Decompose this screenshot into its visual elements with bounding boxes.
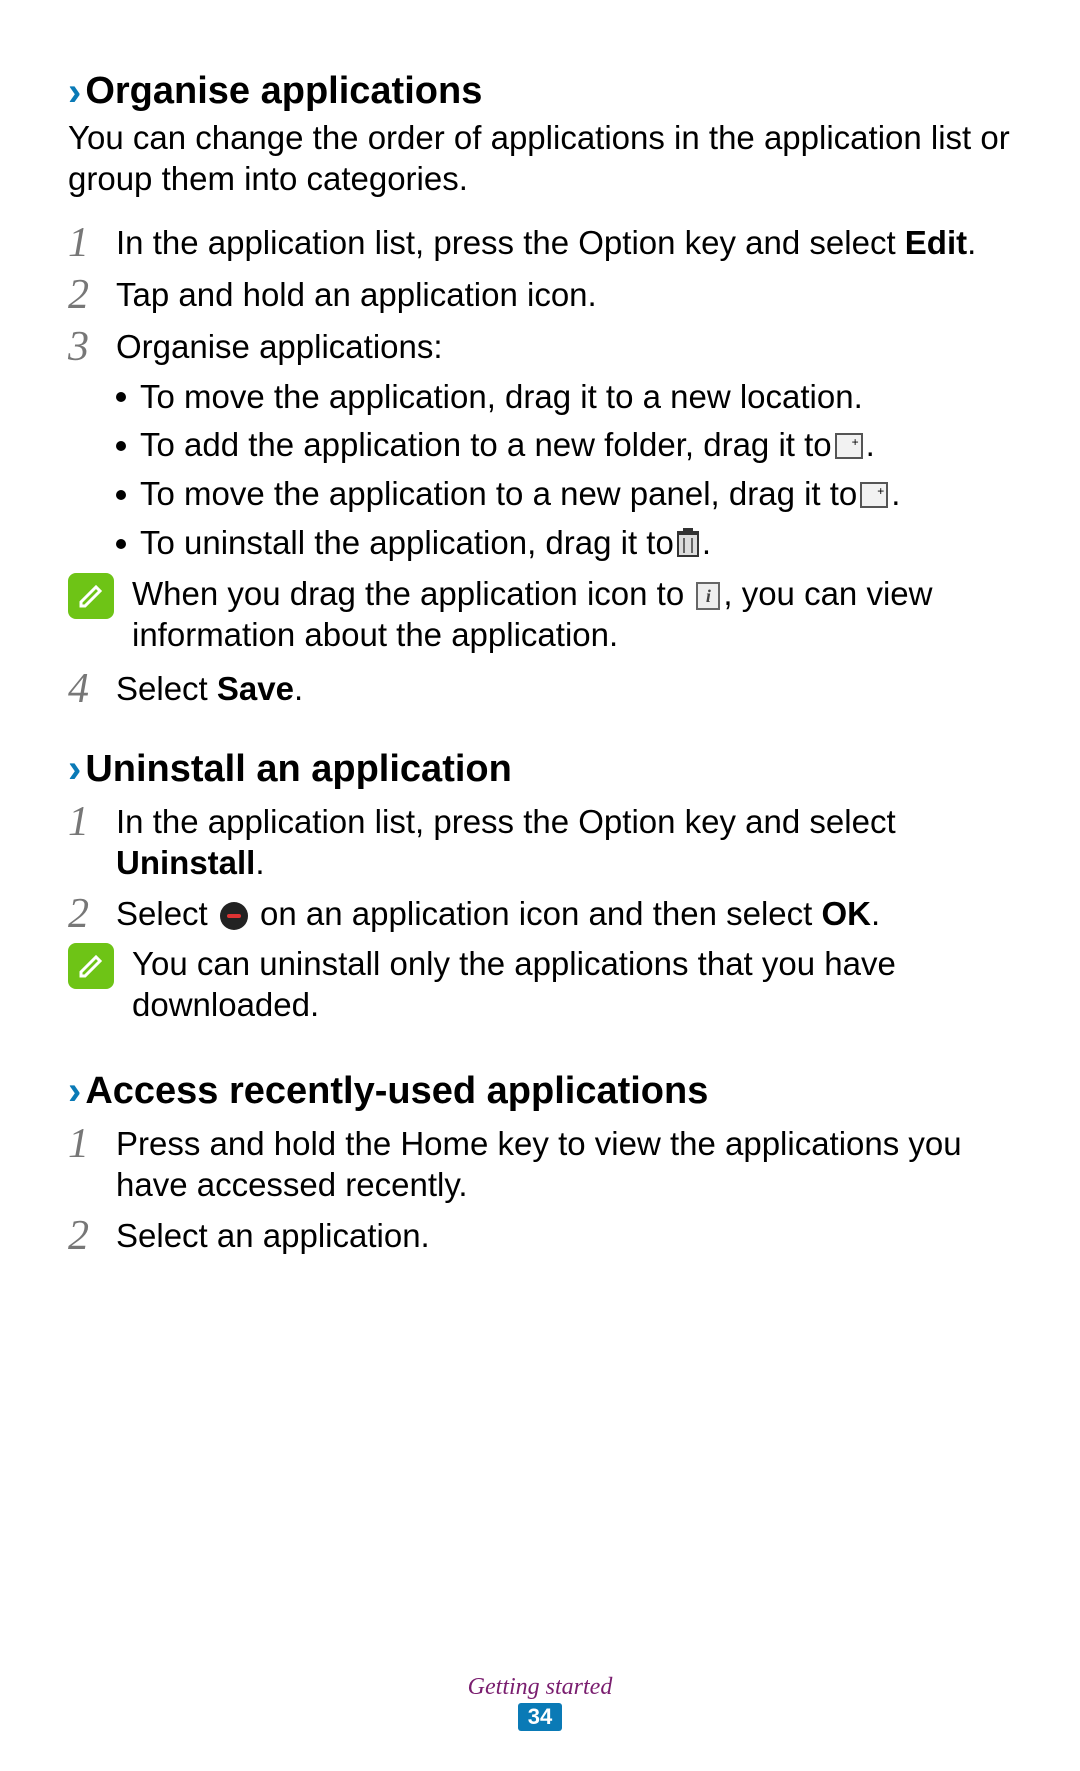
uninstall-note: You can uninstall only the applications … <box>68 943 1012 1026</box>
organise-note: When you drag the application icon to i,… <box>68 573 1012 656</box>
organise-step-2: 2 Tap and hold an application icon. <box>68 274 1012 316</box>
bullet-item: To add the application to a new folder, … <box>116 424 1012 467</box>
step-text: Select an application. <box>116 1215 1012 1257</box>
step-text: Select Save. <box>116 668 1012 710</box>
chevron-icon: › <box>68 749 81 789</box>
recent-step-1: 1 Press and hold the Home key to view th… <box>68 1123 1012 1206</box>
note-pencil-icon <box>68 943 114 989</box>
icon-glyph: + <box>835 433 863 459</box>
heading-text: Access recently-used applications <box>85 1070 708 1113</box>
step-number: 1 <box>68 1123 116 1206</box>
bullet-text: . <box>891 473 900 516</box>
chevron-icon: › <box>68 72 81 112</box>
note-text: You can uninstall only the applications … <box>132 943 1012 1026</box>
text-fragment: . <box>967 224 976 261</box>
heading-uninstall: › Uninstall an application <box>68 748 1012 791</box>
bullet-text: . <box>702 522 711 565</box>
step-text: Select on an application icon and then s… <box>116 893 1012 935</box>
text-fragment: Select <box>116 895 217 932</box>
step-text: Tap and hold an application icon. <box>116 274 1012 316</box>
organise-step-1: 1 In the application list, press the Opt… <box>68 222 1012 264</box>
uninstall-step-1: 1 In the application list, press the Opt… <box>68 801 1012 884</box>
bullet-text: . <box>866 424 875 467</box>
organise-intro: You can change the order of applications… <box>68 117 1012 200</box>
bullet-text: To move the application, drag it to a ne… <box>140 376 863 419</box>
text-fragment: Select <box>116 670 217 707</box>
bullet-text: To uninstall the application, drag it to <box>140 522 674 565</box>
organise-bullets: To move the application, drag it to a ne… <box>116 376 1012 566</box>
page-footer: Getting started 34 <box>0 1674 1080 1731</box>
step-text: In the application list, press the Optio… <box>116 801 1012 884</box>
step-text: Organise applications: <box>116 326 1012 368</box>
bullet-item: To uninstall the application, drag it to… <box>116 522 1012 565</box>
chevron-icon: › <box>68 1071 81 1111</box>
heading-text: Organise applications <box>85 70 482 113</box>
step-number: 1 <box>68 222 116 264</box>
info-icon: i <box>696 582 720 610</box>
note-text: When you drag the application icon to i,… <box>132 573 1012 656</box>
step-number: 2 <box>68 274 116 316</box>
footer-section-label: Getting started <box>0 1674 1080 1701</box>
text-fragment: . <box>871 895 880 932</box>
document-page: › Organise applications You can change t… <box>0 0 1080 1257</box>
heading-recent: › Access recently-used applications <box>68 1070 1012 1113</box>
bullet-dot-icon <box>116 539 126 549</box>
text-fragment: When you drag the application icon to <box>132 575 693 612</box>
bullet-dot-icon <box>116 392 126 402</box>
icon-glyph: i <box>696 582 720 610</box>
bold-text: OK <box>821 895 871 932</box>
step-text: In the application list, press the Optio… <box>116 222 1012 264</box>
bold-text: Uninstall <box>116 844 255 881</box>
bullet-item: To move the application, drag it to a ne… <box>116 376 1012 419</box>
step-number: 3 <box>68 326 116 368</box>
folder-plus-icon: + <box>835 433 863 459</box>
step-number: 2 <box>68 893 116 935</box>
step-number: 2 <box>68 1215 116 1257</box>
text-fragment: In the application list, press the Optio… <box>116 803 896 840</box>
text-fragment: In the application list, press the Optio… <box>116 224 905 261</box>
bullet-dot-icon <box>116 490 126 500</box>
text-fragment: . <box>294 670 303 707</box>
step-number: 1 <box>68 801 116 884</box>
heading-organise: › Organise applications <box>68 70 1012 113</box>
organise-step-3: 3 Organise applications: <box>68 326 1012 368</box>
heading-text: Uninstall an application <box>85 748 512 791</box>
uninstall-step-2: 2 Select on an application icon and then… <box>68 893 1012 935</box>
organise-step-4: 4 Select Save. <box>68 668 1012 710</box>
bold-text: Save <box>217 670 294 707</box>
step-text: Press and hold the Home key to view the … <box>116 1123 1012 1206</box>
icon-glyph: + <box>860 482 888 508</box>
step-number: 4 <box>68 668 116 710</box>
recent-step-2: 2 Select an application. <box>68 1215 1012 1257</box>
panel-plus-icon: + <box>860 482 888 508</box>
page-number: 34 <box>518 1703 562 1731</box>
trash-icon <box>677 531 699 557</box>
bold-text: Edit <box>905 224 967 261</box>
bullet-item: To move the application to a new panel, … <box>116 473 1012 516</box>
remove-minus-icon <box>220 902 248 930</box>
bullet-dot-icon <box>116 441 126 451</box>
text-fragment: on an application icon and then select <box>251 895 822 932</box>
note-pencil-icon <box>68 573 114 619</box>
bullet-text: To add the application to a new folder, … <box>140 424 832 467</box>
bullet-text: To move the application to a new panel, … <box>140 473 857 516</box>
text-fragment: . <box>255 844 264 881</box>
